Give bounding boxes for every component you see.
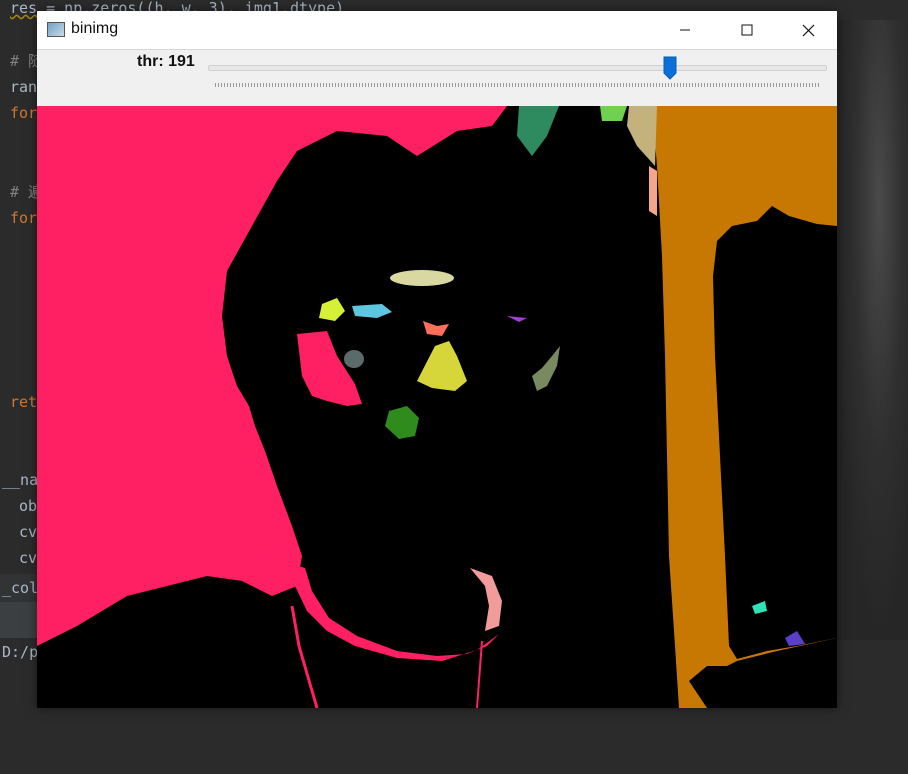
minimize-icon bbox=[680, 29, 690, 31]
trackbar-ticks bbox=[215, 83, 820, 87]
salmon-segment bbox=[649, 166, 657, 216]
gray-segment bbox=[344, 350, 364, 368]
trackbar-track[interactable] bbox=[208, 65, 827, 71]
code-line: for bbox=[10, 104, 38, 122]
black-inner-panel bbox=[713, 206, 837, 659]
segmented-image bbox=[37, 106, 837, 708]
minimize-button[interactable] bbox=[662, 11, 708, 49]
code-line: for bbox=[10, 209, 38, 227]
maximize-icon bbox=[741, 24, 753, 36]
binary-image bbox=[37, 106, 837, 708]
code-line: ret bbox=[10, 393, 38, 411]
code-line: __na bbox=[2, 471, 39, 489]
maximize-button[interactable] bbox=[724, 11, 770, 49]
trackbar-label: thr: 191 bbox=[137, 53, 195, 70]
binimg-window: binimg thr: 191 bbox=[37, 11, 837, 708]
close-button[interactable] bbox=[785, 11, 831, 49]
code-line: D:/p bbox=[2, 643, 39, 661]
close-icon bbox=[802, 24, 814, 36]
background-artwork bbox=[836, 20, 908, 640]
trackbar-panel: thr: 191 bbox=[37, 49, 837, 107]
code-line: ran bbox=[10, 78, 38, 96]
app-icon bbox=[47, 22, 65, 37]
beige-segment bbox=[390, 270, 454, 286]
title-bar[interactable]: binimg bbox=[37, 11, 837, 49]
trackbar-thumb[interactable] bbox=[663, 56, 677, 80]
window-title: binimg bbox=[71, 20, 119, 37]
